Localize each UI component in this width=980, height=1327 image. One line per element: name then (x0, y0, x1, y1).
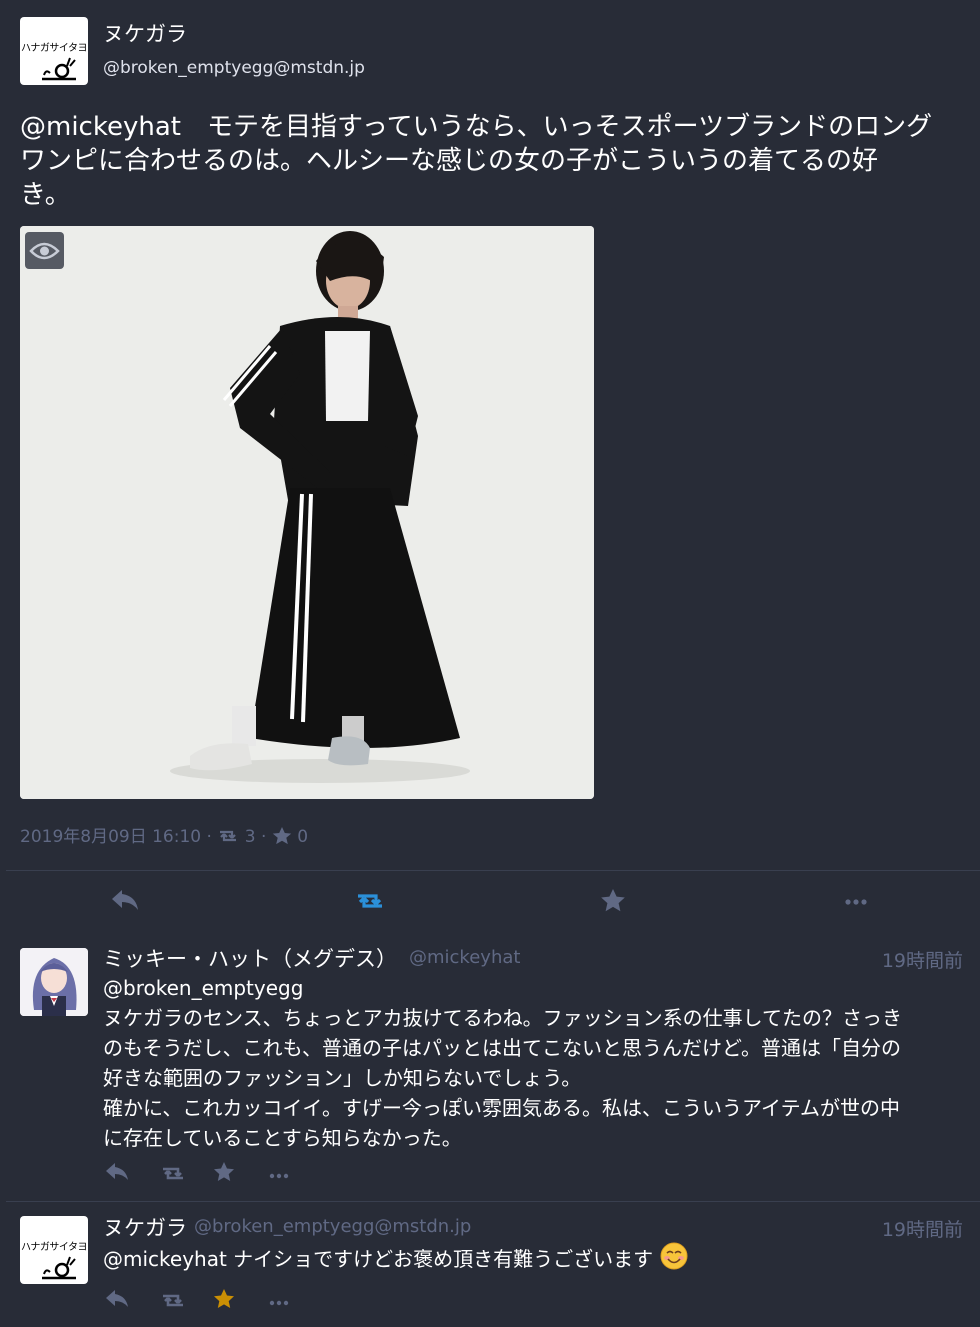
fav-count[interactable]: 0 (297, 827, 308, 847)
eye-icon (29, 242, 60, 260)
boost-button[interactable] (160, 1290, 186, 1314)
relative-time[interactable]: 19時間前 (882, 946, 963, 973)
smiling-face-emoji-icon (660, 1242, 688, 1270)
favourite-button-active[interactable] (213, 1288, 235, 1313)
account-handle[interactable]: @mickeyhat (409, 947, 520, 968)
status-meta: 2019年8月09日 16:10 · 3 · 0 (20, 822, 308, 847)
anime-avatar-icon (20, 948, 88, 1016)
star-icon (214, 1289, 234, 1308)
boost-button[interactable] (160, 1163, 186, 1187)
reply-icon (112, 890, 138, 910)
mention-link[interactable]: @mickeyhat (20, 112, 181, 142)
timestamp-link[interactable]: 2019年8月09日 16:10 (20, 827, 201, 847)
snail-logo-icon (42, 1256, 76, 1280)
more-button[interactable] (269, 1166, 289, 1185)
mention-link[interactable]: @broken_emptyegg (103, 973, 968, 1003)
avatar[interactable]: ハナガサイタヨ (20, 17, 88, 85)
status-text-line2: ワンピに合わせるのは。ヘルシーな感じの女の子がこういうの着てるの好 (20, 146, 879, 176)
status-content: @mickeyhat モテを目指すっていうなら、いっそスポーツブランドのロング … (20, 110, 965, 212)
display-name[interactable]: ヌケガラ (103, 1212, 187, 1242)
status-action-bar (6, 870, 980, 934)
boost-count[interactable]: 3 (245, 827, 256, 847)
reply-content: @mickeyhat ナイショですけどお褒め頂き有難うございます (103, 1242, 968, 1274)
hide-media-button[interactable] (25, 232, 64, 269)
relative-time[interactable]: 19時間前 (882, 1215, 963, 1242)
boost-count-icon (220, 830, 237, 842)
snail-logo-icon (42, 57, 76, 81)
mention-link[interactable]: @mickeyhat (103, 1247, 227, 1271)
reply-text-line: ヌケガラのセンス、ちょっとアカ抜けてるわね。ファッション系の仕事してたの？さっき (103, 1006, 902, 1030)
status-text-line3: き。 (20, 180, 71, 210)
meta-separator: · (206, 827, 212, 847)
reply-text-line: 確かに、これカッコイイ。すげー今っぽい雰囲気ある。私は、こういうアイテムが世の中 (103, 1096, 900, 1120)
ellipsis-icon (269, 1173, 289, 1179)
display-name[interactable]: ミッキー・ハット（メグデス） (103, 943, 397, 973)
boost-icon (163, 1294, 183, 1307)
reply-status-2: ハナガサイタヨ ヌケガラ @broken_emptyegg@mstdn.jp 1… (6, 1202, 980, 1327)
star-icon (601, 889, 625, 912)
ellipsis-icon (845, 899, 867, 905)
media-image[interactable] (20, 226, 594, 799)
reply-icon (106, 1163, 128, 1180)
reply-text-line: のもそうだし、これも、普通の子はパッとは出てこないと思うんだけど。普通は「自分の (103, 1036, 901, 1060)
reply-icon (106, 1290, 128, 1307)
boost-icon (358, 894, 382, 908)
status-text-line1: モテを目指すっていうなら、いっそスポーツブランドのロング (180, 112, 933, 142)
avatar[interactable]: ハナガサイタヨ (20, 1216, 88, 1284)
star-icon (214, 1162, 234, 1181)
fav-count-icon (272, 827, 291, 845)
boost-icon (163, 1167, 183, 1180)
reply-button[interactable] (105, 1288, 129, 1312)
more-button[interactable] (269, 1293, 289, 1312)
reply-text-line: 好きな範囲のファッション」しか知らないでしょう。 (103, 1066, 582, 1090)
meta-separator-2: · (260, 827, 267, 847)
ellipsis-icon (269, 1300, 289, 1306)
favourite-button[interactable] (600, 888, 626, 916)
fashion-photo (20, 226, 594, 799)
reply-button[interactable] (110, 887, 140, 917)
reply-button[interactable] (105, 1161, 129, 1185)
display-name[interactable]: ヌケガラ (103, 18, 187, 48)
avatar[interactable] (20, 948, 88, 1016)
main-status: ハナガサイタヨ ヌケガラ @broken_emptyegg@mstdn.jp @… (0, 0, 980, 870)
account-handle[interactable]: @broken_emptyegg@mstdn.jp (194, 1216, 471, 1237)
favourite-button[interactable] (213, 1161, 235, 1186)
reply-text-line: に存在していることすら知らなかった。 (103, 1126, 462, 1150)
more-button[interactable] (844, 893, 868, 912)
reply-status-1: ミッキー・ハット（メグデス） @mickeyhat 19時間前 @broken_… (6, 933, 980, 1202)
account-handle[interactable]: @broken_emptyegg@mstdn.jp (103, 58, 365, 78)
reply-text: ナイショですけどお褒め頂き有難うございます (226, 1247, 654, 1271)
reply-content: @broken_emptyegg ヌケガラのセンス、ちょっとアカ抜けてるわね。フ… (103, 973, 968, 1153)
boost-button[interactable] (354, 888, 386, 916)
